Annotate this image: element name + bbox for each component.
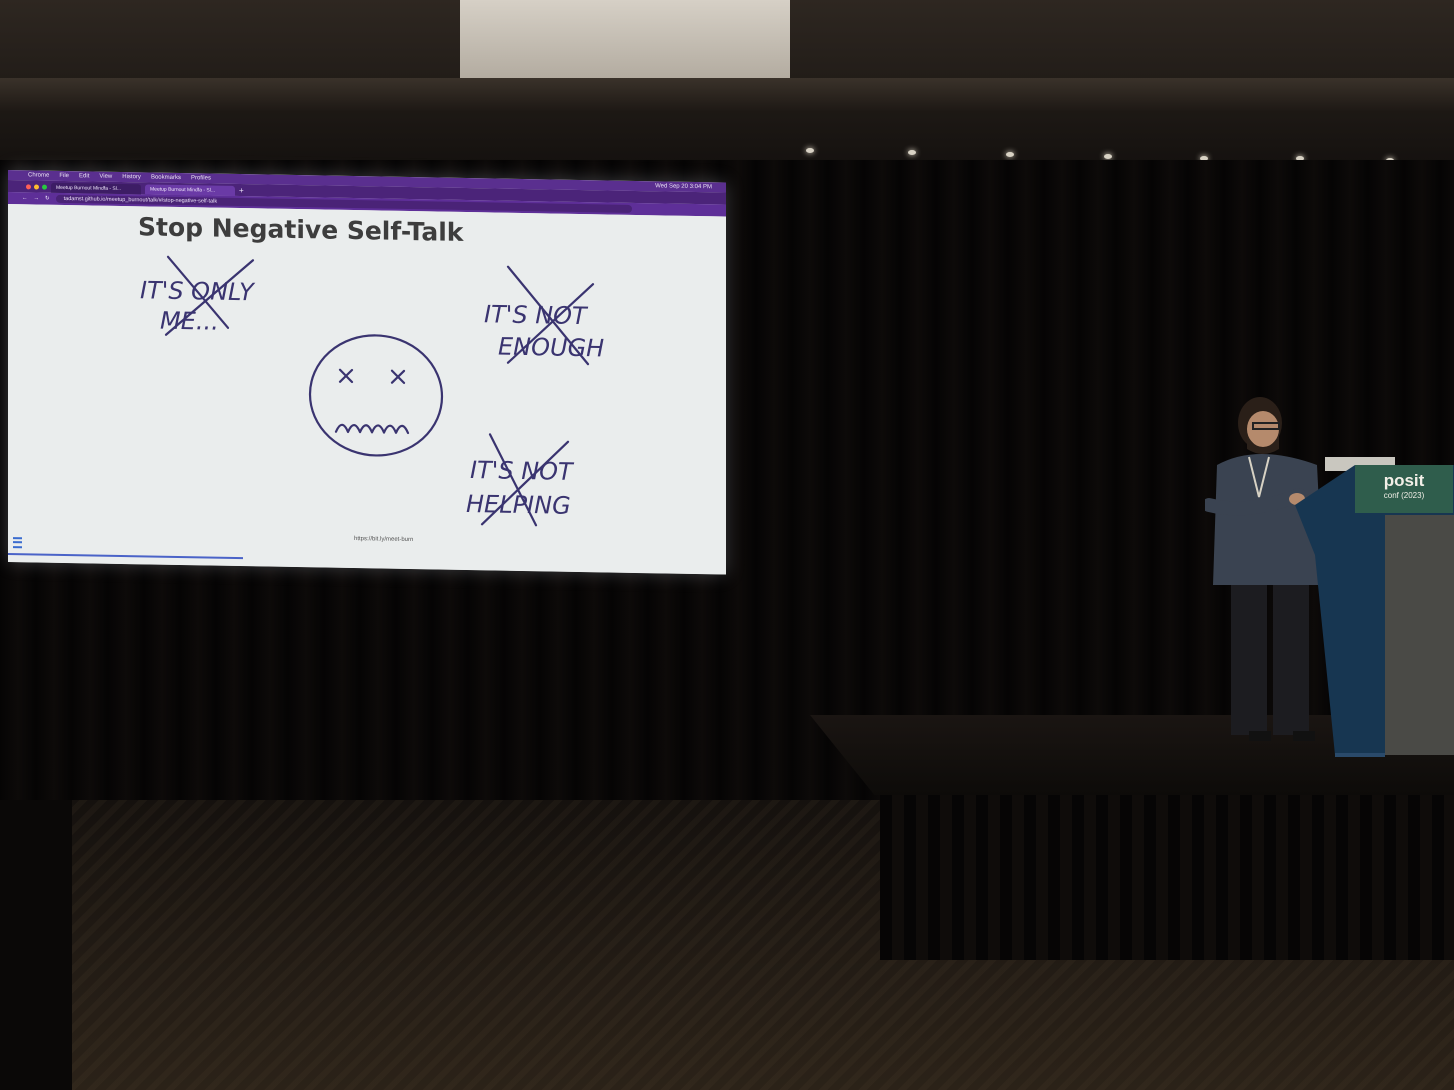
browser-tab-active[interactable]: Meetup Burnout Mindfa - Sl...	[145, 184, 235, 196]
squiggle-mouth	[334, 423, 410, 435]
doodle-phrase: IT'S ONLY	[140, 276, 256, 306]
menu-item[interactable]: Edit	[79, 173, 89, 179]
slide: Stop Negative Self-Talk IT'S ONLY ME... …	[8, 204, 726, 575]
x-eye-icon	[390, 369, 406, 385]
ceiling-light	[1104, 154, 1112, 159]
foreground-chair	[0, 800, 72, 1090]
sad-face-outline	[308, 334, 444, 457]
posit-event-text: conf (2023)	[1383, 491, 1425, 500]
close-window-icon[interactable]	[26, 183, 31, 189]
window-controls	[26, 180, 47, 192]
hand-drawn-doodles: IT'S ONLY ME... IT'S NOT ENOUGH IT'S NOT…	[140, 255, 604, 527]
new-tab-icon[interactable]: +	[239, 186, 244, 196]
browser-tab[interactable]: Meetup Burnout Mindfa - Sl...	[51, 182, 141, 195]
menu-item[interactable]: View	[99, 174, 112, 180]
maximize-window-icon[interactable]	[42, 184, 47, 190]
ceiling-light	[1006, 152, 1014, 157]
posit-brand-text: posit	[1383, 471, 1425, 490]
posit-conf-logo: posit conf (2023)	[1355, 465, 1453, 513]
podium: posit conf (2023)	[1295, 455, 1454, 765]
stage-skirt	[880, 790, 1454, 960]
menu-item[interactable]: Bookmarks	[151, 174, 181, 181]
doodle-phrase: IT'S NOT	[470, 456, 575, 486]
projection-screen: Chrome File Edit View History Bookmarks …	[8, 170, 726, 575]
doodle-phrase: ENOUGH	[498, 333, 604, 363]
doodle-phrase: HELPING	[466, 490, 571, 520]
menu-item[interactable]: Profiles	[191, 175, 211, 181]
ceiling-beam	[0, 78, 1454, 112]
menu-item[interactable]: History	[122, 174, 141, 180]
minimize-window-icon[interactable]	[34, 183, 39, 190]
doodle-phrase: ME...	[160, 307, 219, 336]
ceiling-light	[806, 148, 814, 153]
back-icon[interactable]: ←	[22, 195, 28, 201]
clock: Wed Sep 20 3:04 PM	[655, 183, 712, 191]
menu-icon[interactable]	[13, 537, 22, 549]
doodle-phrase: IT'S NOT	[484, 300, 589, 330]
menu-item[interactable]: File	[59, 173, 69, 179]
forward-icon[interactable]: →	[34, 195, 40, 201]
menu-item[interactable]: Chrome	[28, 172, 49, 178]
ceiling-light	[908, 150, 916, 155]
reload-icon[interactable]: ↻	[45, 196, 50, 202]
slide-footer-url: https://bit.ly/meet-burn	[354, 536, 414, 544]
x-eye-icon	[338, 368, 354, 384]
